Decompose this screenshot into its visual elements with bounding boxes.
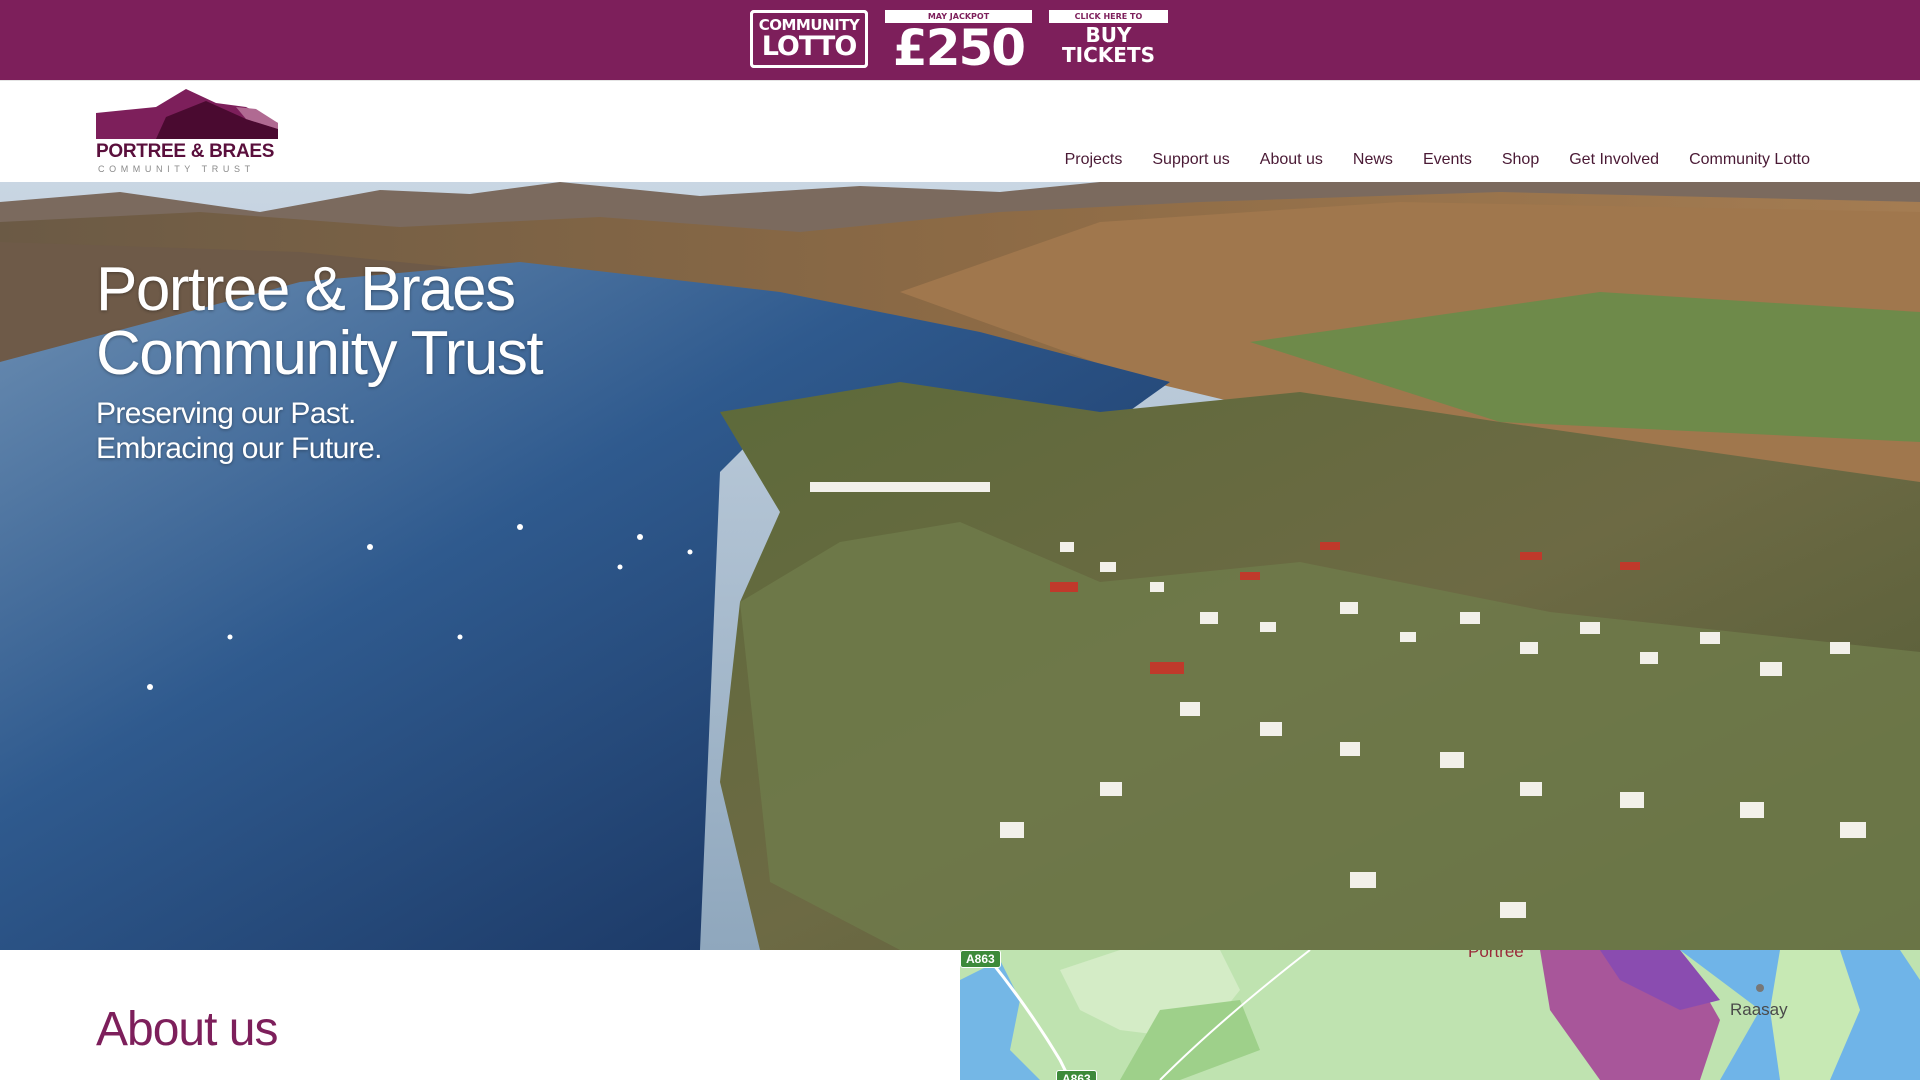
road-label-a863-2: A863 [1056, 1070, 1097, 1080]
hero-section: Portree & Braes Community Trust Preservi… [0, 182, 1920, 950]
hero-tagline-line-1: Preserving our Past. [96, 397, 356, 430]
buy-tickets-button[interactable]: CLICK HERE TO BUY TICKETS [1049, 10, 1168, 65]
hero-title-line-1: Portree & Braes [96, 255, 516, 324]
lotto-logo-bottom-text: LOTTO [761, 31, 858, 62]
hero-tagline-line-2: Embracing our Future. [96, 432, 382, 465]
hero-tagline: Preserving our Past. Embracing our Futur… [96, 396, 696, 466]
about-heading: About us [96, 1003, 278, 1056]
logo-name: PORTREE & BRAES [96, 141, 275, 162]
jackpot-badge[interactable]: MAY JACKPOT £250 [885, 10, 1032, 73]
about-section: About us [0, 950, 960, 1080]
nav-shop[interactable]: Shop [1502, 151, 1539, 169]
jackpot-amount: £250 [892, 19, 1026, 77]
hero-title-line-2: Community Trust [96, 319, 544, 388]
community-lotto-logo[interactable]: COMMUNITY LOTTO [750, 10, 868, 68]
main-navigation: Projects Support us About us News Events… [1035, 151, 1810, 169]
buy-tag: CLICK HERE TO [1049, 10, 1168, 23]
place-raasay: Raasay [1730, 1000, 1788, 1019]
place-portree: Portree [1468, 950, 1524, 961]
nav-events[interactable]: Events [1423, 151, 1472, 169]
nav-about-us[interactable]: About us [1260, 151, 1323, 169]
buy-line-1: BUY [1085, 23, 1132, 47]
area-map[interactable]: A863 A863 Portree Raasay [960, 950, 1920, 1080]
nav-get-involved[interactable]: Get Involved [1569, 151, 1659, 169]
road-label-a863: A863 [960, 950, 1001, 968]
lotto-banner[interactable]: COMMUNITY LOTTO MAY JACKPOT £250 CLICK H… [0, 0, 1920, 80]
site-logo[interactable]: PORTREE & BRAES COMMUNITY TRUST [96, 89, 278, 175]
buy-line-2: TICKETS [1062, 43, 1155, 67]
site-header: PORTREE & BRAES COMMUNITY TRUST Projects… [0, 80, 1920, 182]
hero-title: Portree & Braes Community Trust [96, 258, 796, 386]
nav-news[interactable]: News [1353, 151, 1393, 169]
mountain-logo-icon [96, 89, 278, 139]
nav-support-us[interactable]: Support us [1152, 151, 1229, 169]
nav-projects[interactable]: Projects [1065, 151, 1123, 169]
logo-subtitle: COMMUNITY TRUST [98, 164, 255, 174]
nav-community-lotto[interactable]: Community Lotto [1689, 151, 1810, 169]
